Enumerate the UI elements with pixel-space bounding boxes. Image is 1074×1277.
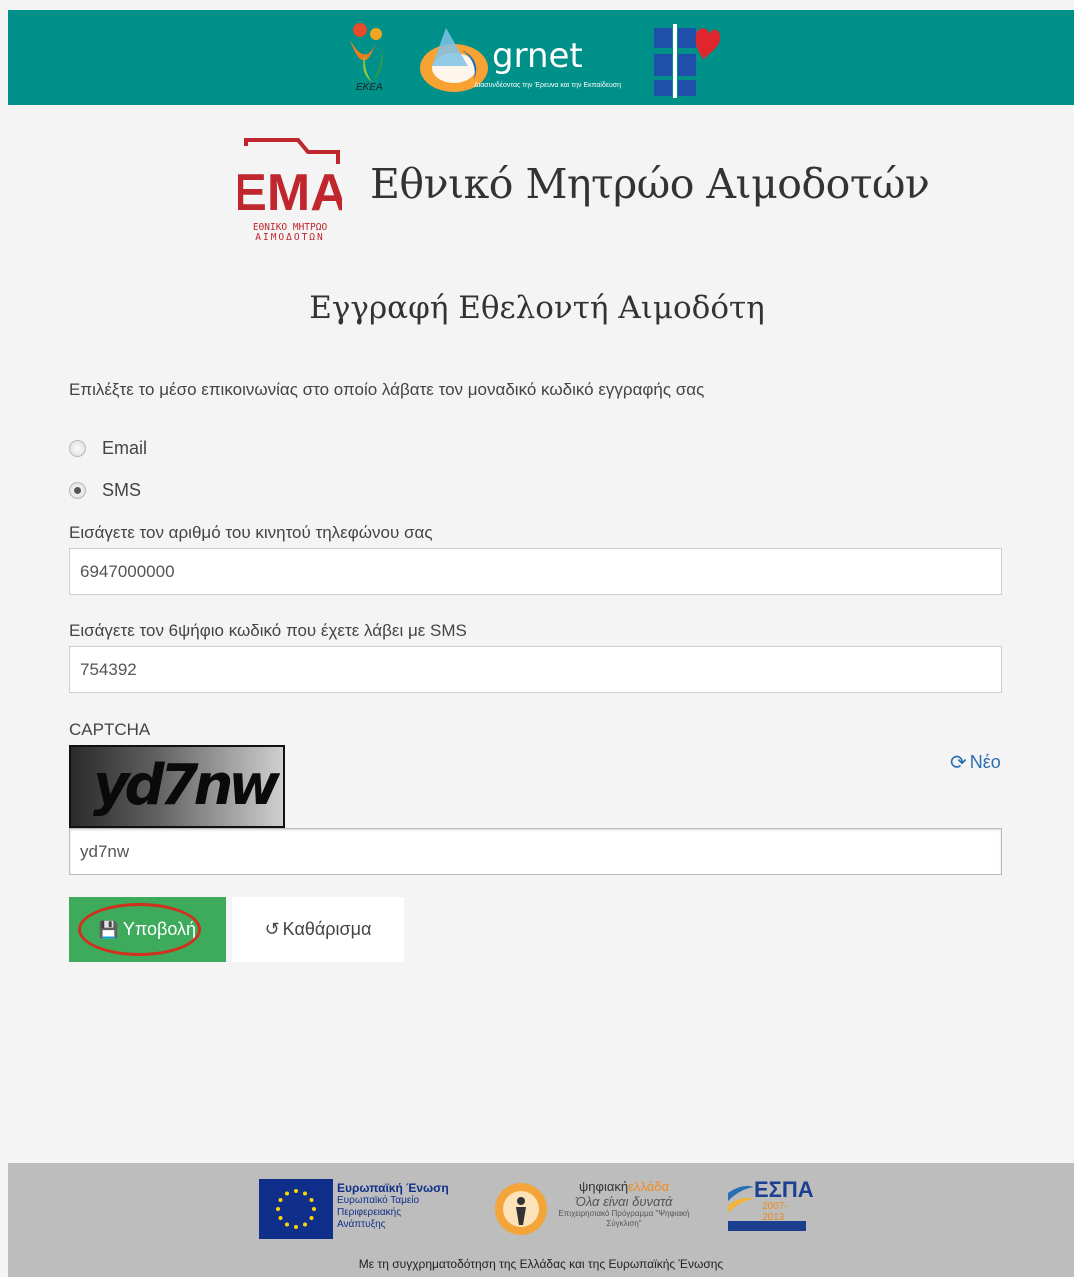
undo-icon: ↺ [264, 919, 280, 939]
email-radio[interactable] [69, 440, 86, 457]
sms-radio-label[interactable]: SMS [102, 480, 141, 501]
submit-button[interactable]: 💾 Υποβολή [69, 897, 226, 962]
eu-subtitle: Ευρωπαϊκό Ταμείο Περιφερειακής Ανάπτυξης [337, 1195, 420, 1230]
phone-label: Εισάγετε τον αριθμό του κινητού τηλεφώνο… [69, 523, 433, 542]
phone-input[interactable] [69, 548, 1002, 595]
grnet-wordmark: grnet [492, 36, 583, 76]
sms-code-input[interactable] [69, 646, 1002, 693]
sms-code-label: Εισάγετε τον 6ψήφιο κωδικό που έχετε λάβ… [69, 621, 467, 640]
sms-radio[interactable] [69, 482, 86, 499]
site-title: Εθνικό Μητρώο Αιμοδοτών [370, 160, 930, 208]
captcha-label: CAPTCHA [69, 720, 151, 739]
ekea-logo: ΕΚΕΑ [336, 20, 414, 100]
psif-brand-b: ελλάδα [628, 1179, 669, 1194]
captcha-refresh-label: Νέο [969, 752, 1001, 772]
health-ministry-logo [648, 20, 724, 100]
espa-years: 2007-2013 [762, 1201, 788, 1223]
ema-logo-sub2: ΑΙΜΟΔΟΤΩΝ [255, 232, 324, 243]
radio-option-email[interactable]: Email [69, 438, 147, 459]
cofunding-caption: Με τη συγχρηματοδότηση της Ελλάδας και τ… [358, 1257, 724, 1271]
eu-title: Ευρωπαϊκή Ένωση [337, 1181, 449, 1195]
psif-slogan: Όλα είναι δυνατά [575, 1194, 673, 1209]
psifiaki-ellada-icon [495, 1183, 547, 1235]
captcha-image-text: yd7nw [93, 753, 280, 818]
header-bar: ΕΚΕΑ grnet Διασυνδέοντας την Έρευνα και … [8, 10, 1074, 105]
espa-title: ΕΣΠΑ [754, 1177, 814, 1202]
contact-method-instruction: Επιλέξτε το μέσο επικοινωνίας στο οποίο … [69, 380, 705, 399]
submit-button-label: Υποβολή [122, 919, 197, 939]
grnet-logo: grnet Διασυνδέοντας την Έρευνα και την Ε… [412, 20, 642, 100]
floppy-disk-icon: 💾 [98, 921, 119, 939]
espa-logo: ΕΣΠΑ 2007-2013 [726, 1177, 814, 1239]
eu-flag-icon [259, 1179, 333, 1239]
footer: Ευρωπαϊκή Ένωση Ευρωπαϊκό Ταμείο Περιφερ… [8, 1163, 1074, 1277]
ema-logo-letters: ΕΜΑ [238, 164, 342, 222]
radio-option-sms[interactable]: SMS [69, 480, 141, 501]
ema-logo: ΕΜΑ ΕΘΝΙΚΟ ΜΗΤΡΩΟ ΑΙΜΟΔΟΤΩΝ [238, 138, 342, 243]
email-radio-label[interactable]: Email [102, 438, 147, 459]
grnet-subtitle: Διασυνδέοντας την Έρευνα και την Εκπαίδε… [474, 82, 622, 89]
espa-banner [728, 1221, 806, 1231]
clear-button[interactable]: ↺ Καθάρισμα [232, 897, 404, 962]
psif-brand-a: ψηφιακή [579, 1179, 629, 1194]
captcha-refresh-link[interactable]: ⟳ Νέο [950, 750, 1001, 775]
page-title: Εγγραφή Εθελοντή Αιμοδότη [309, 290, 765, 326]
psif-program: Επιχειρησιακό Πρόγραμμα "Ψηφιακή Σύγκλισ… [558, 1209, 690, 1228]
captcha-image: yd7nw [69, 745, 285, 828]
captcha-input[interactable] [69, 828, 1002, 875]
refresh-icon: ⟳ [950, 752, 967, 774]
ekea-logo-text: ΕΚΕΑ [356, 82, 383, 93]
brand-header: ΕΜΑ ΕΘΝΙΚΟ ΜΗΤΡΩΟ ΑΙΜΟΔΟΤΩΝ Εθνικό Μητρώ… [238, 136, 930, 246]
clear-button-label: Καθάρισμα [282, 919, 372, 939]
psifiaki-ellada-logo: ψηφιακήελλάδα Όλα είναι δυνατά Επιχειρησ… [492, 1179, 690, 1244]
